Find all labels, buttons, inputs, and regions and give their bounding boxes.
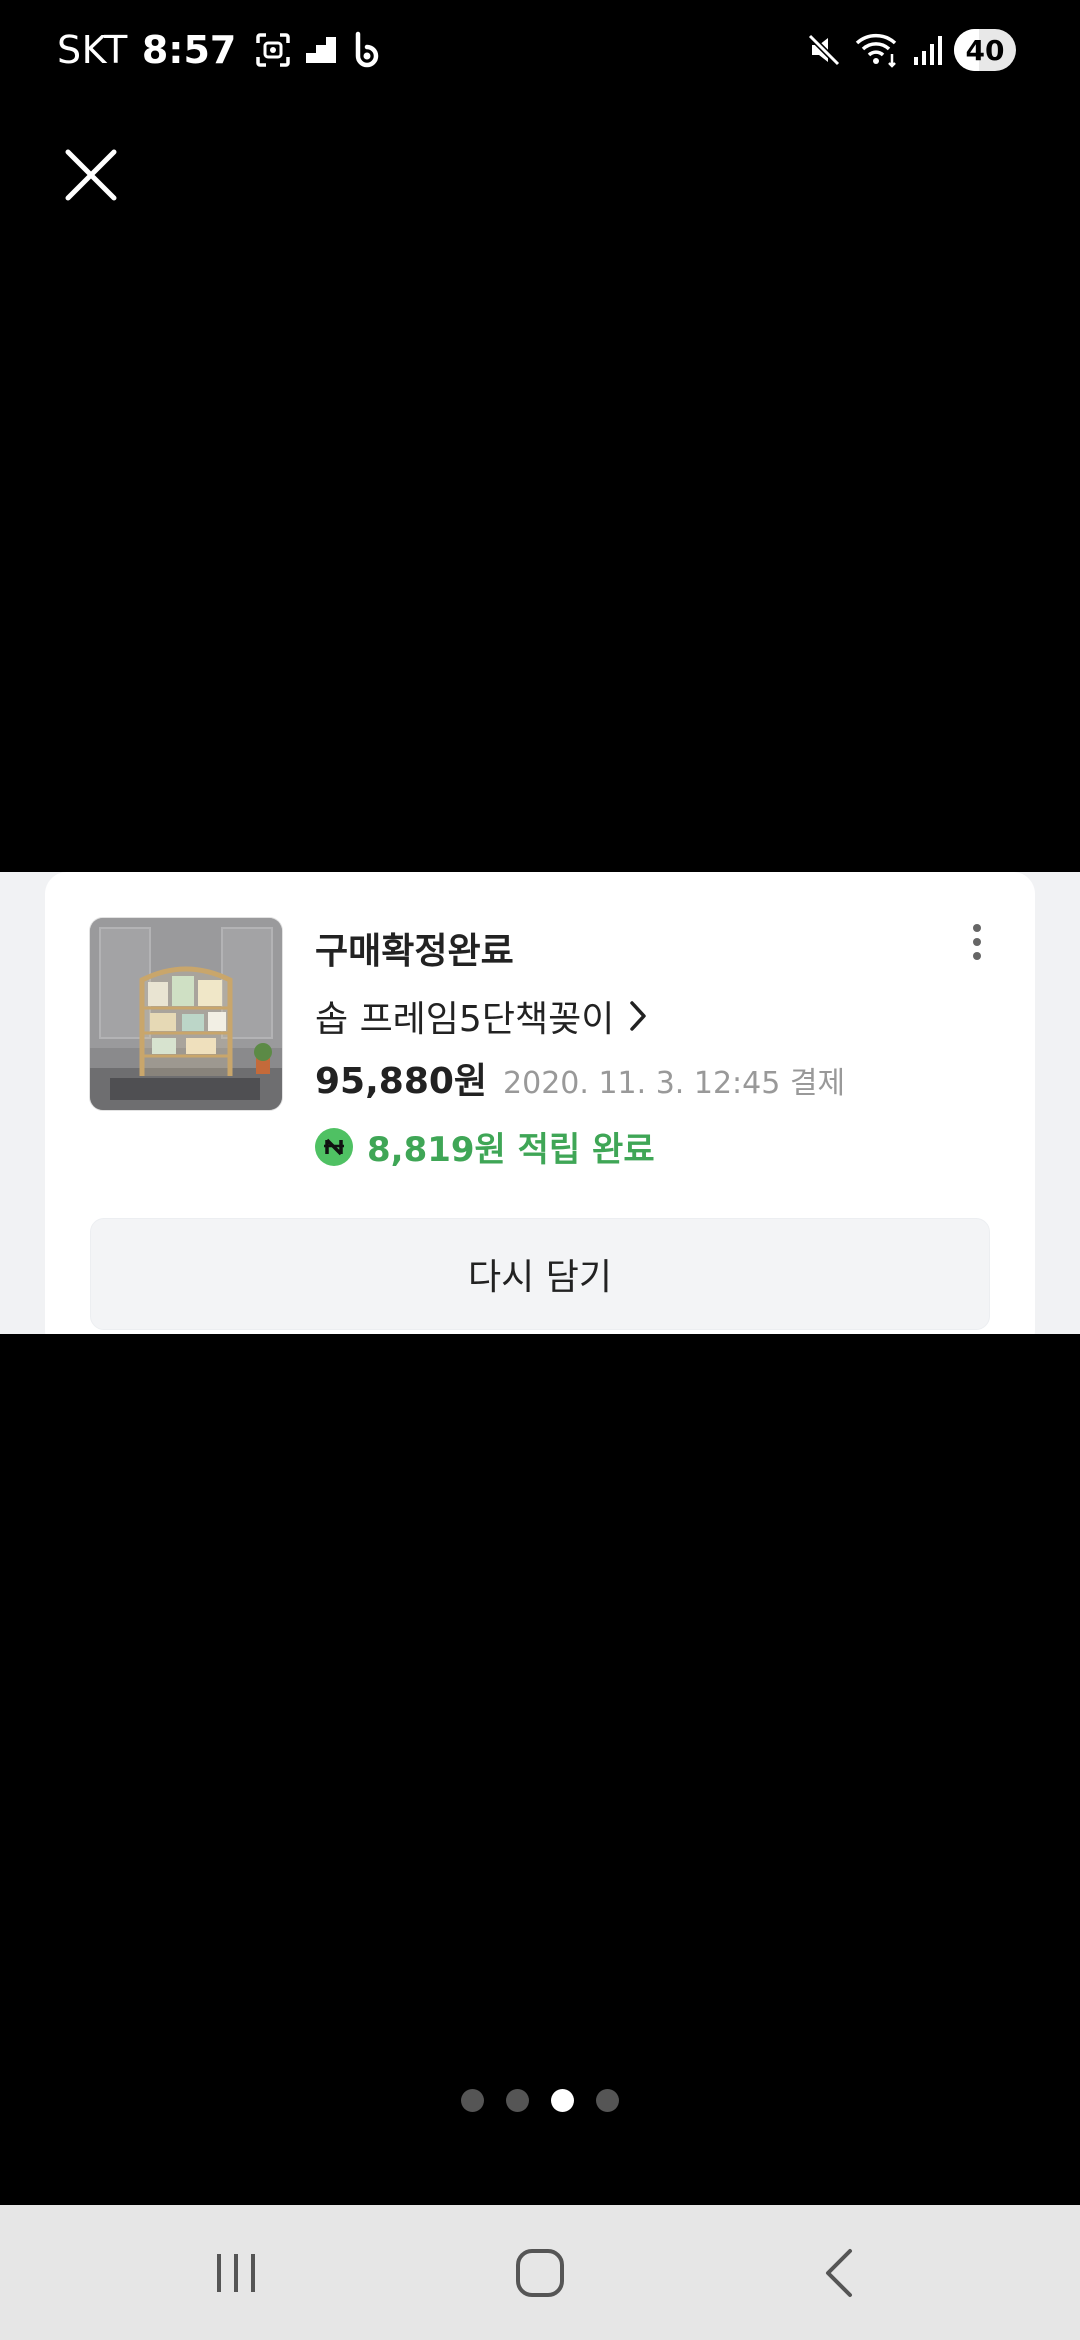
screenshot-icon [256,33,291,67]
pagination-dots [0,2088,1080,2112]
back-button[interactable] [780,2235,900,2310]
re-add-to-cart-button[interactable]: 다시 담기 [90,1218,990,1330]
close-icon [65,149,117,201]
product-name: 솝 프레임5단책꽂이 [315,999,615,1040]
naver-pay-icon [315,1127,353,1166]
home-icon [516,2248,564,2297]
product-thumbnail[interactable] [89,917,283,1111]
recent-apps-button[interactable] [176,2235,296,2310]
price-row: 95,880원 2020. 11. 3. 12:45 결제 [315,1052,845,1104]
stairs-icon [306,37,337,63]
signal-icon [914,36,942,65]
reward-row: 8,819원 적립 완료 [315,1122,655,1171]
home-button[interactable] [480,2235,600,2310]
b-app-icon [356,31,379,68]
status-bar: SKT 8:57 40 [0,0,1080,100]
recent-apps-icon [217,2253,255,2292]
more-dot [973,924,981,932]
wifi-icon [855,33,897,68]
more-dot [973,938,981,946]
payment-date: 2020. 11. 3. 12:45 결제 [503,1066,846,1101]
product-link[interactable]: 솝 프레임5단책꽂이 [315,990,648,1042]
page-dot[interactable] [461,2088,484,2112]
order-panel: 구매확정완료 솝 프레임5단책꽂이 95,880원 2020. 11. 3. 1… [0,872,1080,1334]
won-coin-icon [324,1138,344,1155]
battery-level: 40 [965,33,1005,67]
page-dot[interactable] [596,2088,619,2112]
close-button[interactable] [56,140,126,210]
back-icon [826,2248,852,2297]
system-nav-bar [0,2205,1080,2340]
reward-text: 8,819원 적립 완료 [367,1130,655,1170]
order-card: 구매확정완료 솝 프레임5단책꽂이 95,880원 2020. 11. 3. 1… [45,872,1035,1334]
bookshelf-image [90,918,282,1110]
order-price: 95,880원 [315,1061,488,1102]
more-dot [973,952,981,960]
notification-icons [254,31,398,69]
carrier-label: SKT [57,28,128,72]
battery-indicator: 40 [954,29,1016,71]
mute-icon [807,33,841,67]
status-right: 40 [794,25,1016,75]
order-status: 구매확정완료 [315,931,514,972]
status-left: SKT 8:57 [57,25,398,75]
clock: 8:57 [141,28,237,72]
more-options-button[interactable] [957,912,997,972]
chevron-right-icon [630,1001,647,1031]
page-dot[interactable] [506,2088,529,2112]
page-dot-active[interactable] [551,2088,574,2112]
